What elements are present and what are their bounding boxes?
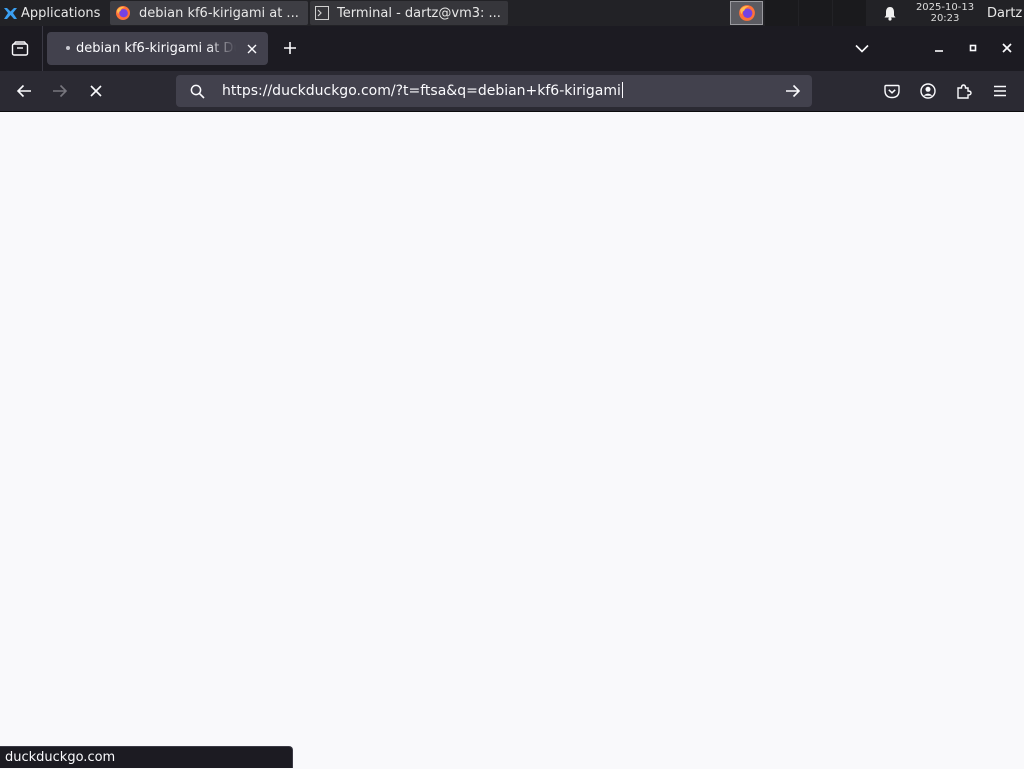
workspace-4[interactable]: [833, 0, 866, 26]
close-icon: [247, 44, 256, 53]
arrow-left-icon: [16, 84, 31, 98]
taskbar-item-terminal[interactable]: Terminal - dartz@vm3: ...: [310, 1, 508, 25]
workspace-2[interactable]: [765, 0, 798, 26]
close-icon: [90, 85, 102, 97]
puzzle-icon: [957, 84, 972, 99]
taskbar-item-label: debian kf6-kirigami at ...: [139, 5, 299, 21]
url-value: https://duckduckgo.com/?t=ftsa&q=debian+…: [222, 83, 621, 99]
close-icon: [1002, 43, 1012, 53]
tab-strip-divider: [42, 26, 43, 71]
applications-menu-button[interactable]: Applications: [0, 0, 110, 26]
extensions-button[interactable]: [950, 77, 978, 105]
tab-title: debian kf6-kirigami at DuckDuckGo: [76, 41, 236, 56]
url-bar[interactable]: https://duckduckgo.com/?t=ftsa&q=debian+…: [176, 75, 812, 107]
search-icon: [188, 82, 206, 100]
go-button[interactable]: [783, 81, 803, 101]
close-tab-button[interactable]: [243, 40, 260, 57]
account-button[interactable]: [914, 77, 942, 105]
account-icon: [920, 83, 936, 99]
firefox-icon: [738, 4, 756, 22]
text-caret: [621, 82, 623, 98]
tab-loading-indicator: [66, 46, 70, 50]
navigation-toolbar: https://duckduckgo.com/?t=ftsa&q=debian+…: [0, 71, 1024, 112]
plus-icon: [284, 42, 296, 54]
terminal-icon: [315, 6, 329, 20]
pocket-button[interactable]: [878, 77, 906, 105]
workspace-firefox-preview[interactable]: [730, 1, 763, 25]
maximize-icon: [969, 44, 977, 52]
browser-tab-strip: debian kf6-kirigami at DuckDuckGo: [0, 26, 1024, 71]
firefox-icon: [115, 5, 131, 21]
firefox-view-button[interactable]: [4, 34, 36, 64]
status-panel: duckduckgo.com: [0, 746, 293, 768]
taskbar-item-label: Terminal - dartz@vm3: ...: [337, 5, 501, 21]
url-input[interactable]: https://duckduckgo.com/?t=ftsa&q=debian+…: [222, 82, 623, 100]
notifications-bell-icon[interactable]: [880, 0, 900, 26]
clock-date: 2025-10-13: [915, 2, 975, 13]
firefox-view-icon: [11, 41, 29, 57]
stop-loading-button[interactable]: [82, 77, 110, 105]
page-content-area: [0, 112, 1024, 768]
list-all-tabs-button[interactable]: [850, 35, 874, 61]
back-button[interactable]: [10, 77, 38, 105]
workspace-3[interactable]: [799, 0, 832, 26]
arrow-right-icon: [786, 84, 801, 98]
new-tab-button[interactable]: [277, 35, 303, 61]
pocket-icon: [884, 84, 900, 98]
open-menu-button[interactable]: [986, 77, 1014, 105]
minimize-window-button[interactable]: [926, 35, 952, 61]
chevron-down-icon: [855, 44, 869, 53]
taskbar-clock[interactable]: 2025-10-13 20:23: [906, 0, 984, 26]
hamburger-menu-icon: [994, 85, 1006, 97]
arrow-right-icon: [53, 84, 68, 98]
applications-menu-icon: [3, 6, 18, 21]
tab-active[interactable]: debian kf6-kirigami at DuckDuckGo: [47, 32, 268, 65]
desktop-taskbar: Applications debian kf6-kirigami at ... …: [0, 0, 1024, 26]
taskbar-item-firefox[interactable]: debian kf6-kirigami at ...: [110, 1, 308, 25]
close-window-button[interactable]: [994, 35, 1020, 61]
applications-menu-label: Applications: [21, 5, 101, 21]
user-menu[interactable]: Dartz: [987, 0, 1024, 26]
forward-button[interactable]: [46, 77, 74, 105]
maximize-window-button[interactable]: [960, 35, 986, 61]
minimize-icon: [935, 50, 943, 52]
clock-time: 20:23: [930, 13, 960, 24]
